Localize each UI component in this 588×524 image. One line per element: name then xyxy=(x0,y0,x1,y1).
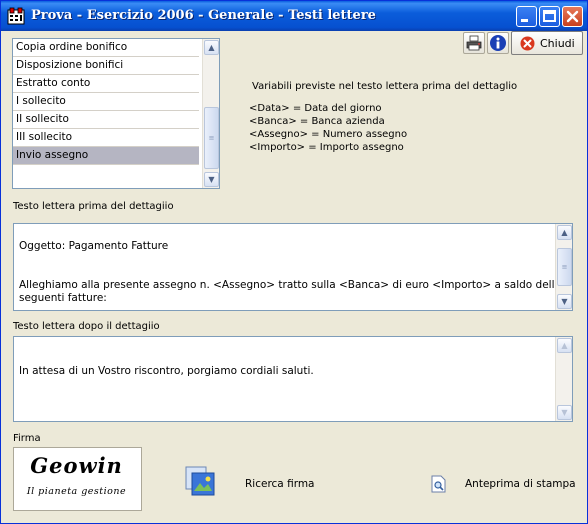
text-before-label: Testo lettera prima del dettagiio xyxy=(13,201,174,212)
signature-logo-subtitle: Il pianeta gestione xyxy=(26,486,127,497)
minimize-icon xyxy=(521,19,528,22)
variables-heading: Variabili previste nel testo lettera pri… xyxy=(252,81,518,92)
print-button[interactable] xyxy=(463,32,485,54)
text-after-label: Testo lettera dopo il dettagiio xyxy=(13,321,160,332)
text-line: In attesa di un Vostro riscontro, porgia… xyxy=(19,365,314,377)
window: Prova - Esercizio 2006 - Generale - Test… xyxy=(0,0,588,524)
list-item[interactable]: I sollecito xyxy=(13,93,199,111)
app-icon xyxy=(7,7,25,25)
signature-logo-title: Geowin xyxy=(30,453,123,478)
scroll-down-icon[interactable]: ▼ xyxy=(557,294,572,309)
close-button-label: Chiudi xyxy=(540,37,575,50)
printer-icon xyxy=(466,35,482,51)
close-circle-icon xyxy=(520,36,535,51)
text-before-field[interactable]: Oggetto: Pagamento Fatture Alleghiamo al… xyxy=(13,223,573,311)
info-icon xyxy=(490,35,506,51)
search-signature-label[interactable]: Ricerca firma xyxy=(245,478,315,490)
variable-item: <Banca> = Banca azienda xyxy=(249,116,385,127)
image-search-icon xyxy=(185,466,215,496)
search-signature-button[interactable] xyxy=(184,465,218,499)
list-scrollbar[interactable]: ▲ ≡ ▼ xyxy=(202,39,219,188)
print-preview-button[interactable] xyxy=(431,475,447,493)
scroll-up-icon[interactable]: ▲ xyxy=(557,225,572,240)
print-preview-label[interactable]: Anteprima di stampa xyxy=(465,478,576,490)
variable-item: <Importo> = Importo assegno xyxy=(249,142,404,153)
list-item[interactable]: II sollecito xyxy=(13,111,199,129)
client-area: Copia ordine bonifico Disposizione bonif… xyxy=(1,31,587,523)
maximize-button[interactable] xyxy=(539,6,560,27)
close-window-button[interactable] xyxy=(562,6,583,27)
text-line: seguenti fatture: xyxy=(19,292,107,304)
minimize-button[interactable] xyxy=(516,6,537,27)
print-preview-icon xyxy=(431,475,446,493)
text-line: Oggetto: Pagamento Fatture xyxy=(19,240,169,252)
info-button[interactable] xyxy=(487,32,509,54)
list-item[interactable]: Disposizione bonifici xyxy=(13,57,199,75)
scroll-down-icon[interactable]: ▼ xyxy=(557,405,572,420)
window-title: Prova - Esercizio 2006 - Generale - Test… xyxy=(31,8,376,23)
scroll-up-icon[interactable]: ▲ xyxy=(557,338,572,353)
list-item[interactable]: Copia ordine bonifico xyxy=(13,39,199,57)
text-after-scrollbar[interactable]: ▲ ▼ xyxy=(555,337,572,421)
text-after-field[interactable]: In attesa di un Vostro riscontro, porgia… xyxy=(13,336,573,422)
list-item[interactable]: III sollecito xyxy=(13,129,199,147)
variable-item: <Assegno> = Numero assegno xyxy=(249,129,408,140)
signature-label: Firma xyxy=(13,433,41,444)
scroll-down-icon[interactable]: ▼ xyxy=(204,172,219,187)
variable-item: <Data> = Data del giorno xyxy=(249,103,382,114)
text-line: Alleghiamo alla presente assegno n. <Ass… xyxy=(19,279,561,291)
close-button[interactable]: Chiudi xyxy=(511,31,583,55)
scroll-thumb[interactable]: ≡ xyxy=(204,107,219,169)
list-item[interactable]: Estratto conto xyxy=(13,75,199,93)
close-icon xyxy=(566,10,579,23)
scroll-up-icon[interactable]: ▲ xyxy=(204,40,219,55)
title-bar[interactable]: Prova - Esercizio 2006 - Generale - Test… xyxy=(1,1,587,31)
list-item-selected[interactable]: Invio assegno xyxy=(13,147,199,165)
letter-list[interactable]: Copia ordine bonifico Disposizione bonif… xyxy=(12,38,220,189)
maximize-icon xyxy=(543,10,556,22)
text-before-scrollbar[interactable]: ▲ ≡ ▼ xyxy=(555,224,572,310)
signature-image: Geowin Il pianeta gestione xyxy=(13,447,142,511)
scroll-thumb[interactable]: ≡ xyxy=(557,248,572,286)
